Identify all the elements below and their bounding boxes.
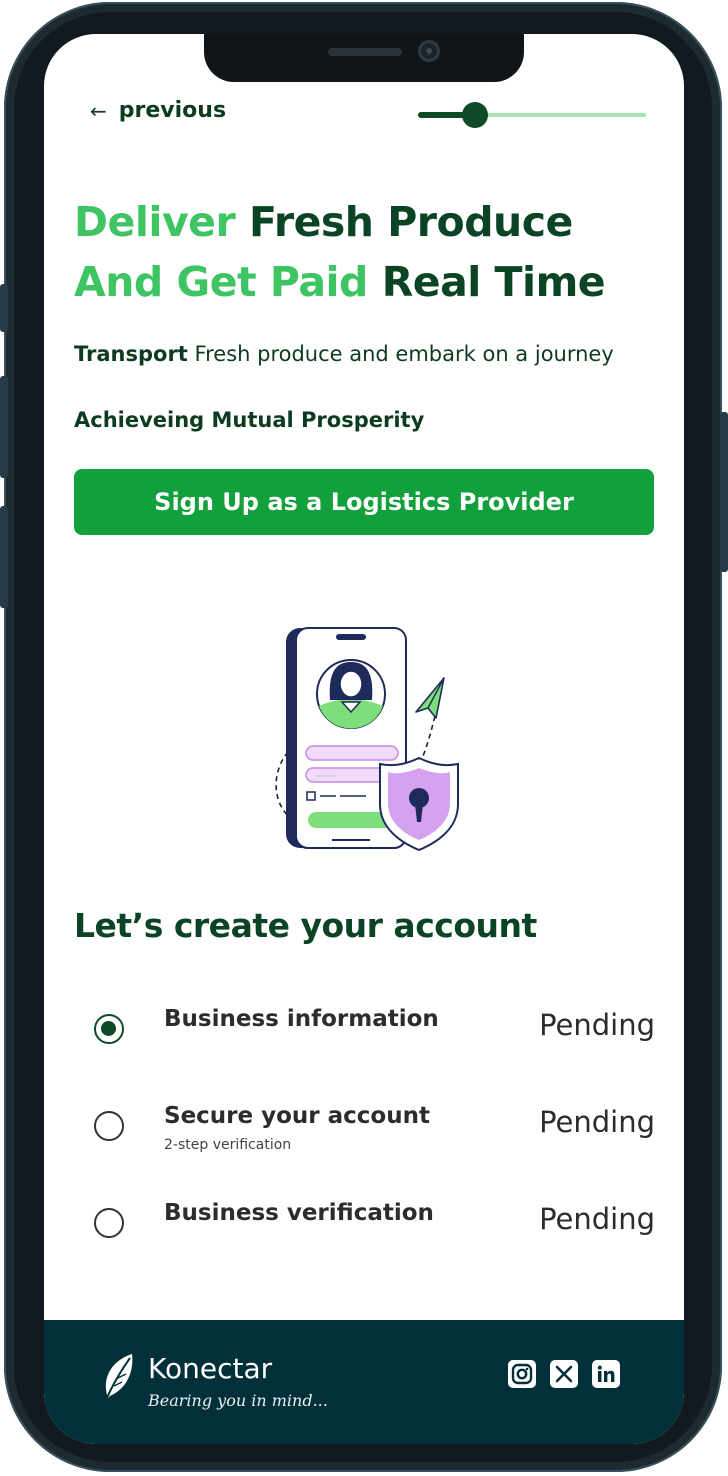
hero-description: Transport Fresh produce and embark on a … <box>74 336 634 372</box>
step-radio[interactable] <box>94 1111 124 1141</box>
step-sublabel: 2-step verification <box>164 1137 292 1153</box>
hero-tagline: Achieveing Mutual Prosperity <box>74 408 425 432</box>
progress-knob <box>462 102 488 128</box>
previous-label: previous <box>118 98 227 123</box>
onboarding-progress <box>418 102 646 128</box>
top-bar: ← previous <box>90 98 650 132</box>
secure-account-illustration: ········ <box>275 627 459 852</box>
brand-tagline: Bearing you in mind... <box>148 1391 328 1410</box>
step-secure-account[interactable]: Secure your account 2-step verification … <box>94 1103 655 1171</box>
phone-volume-down-button <box>0 506 8 608</box>
x-icon[interactable] <box>550 1360 578 1388</box>
konectar-leaf-logo-icon <box>105 1354 133 1401</box>
phone-volume-up-button <box>0 376 8 478</box>
brand-name: Konectar <box>148 1352 273 1385</box>
step-status: Pending <box>539 1202 655 1236</box>
instagram-icon[interactable] <box>508 1360 536 1388</box>
app-screen: ← previous Deliver Fresh Produce And Get… <box>44 34 684 1444</box>
linkedin-icon[interactable] <box>592 1360 620 1388</box>
description-text: Fresh produce and embark on a journey <box>194 342 614 366</box>
signup-logistics-button[interactable]: Sign Up as a Logistics Provider <box>74 469 654 535</box>
phone-side-button <box>0 284 8 332</box>
camera-icon <box>418 40 440 62</box>
step-label: Business information <box>164 1006 439 1032</box>
phone-notch <box>204 34 524 82</box>
headline-accent-2: And Get Paid <box>74 258 368 306</box>
step-business-verification[interactable]: Business verification Pending <box>94 1200 655 1268</box>
svg-text:········: ········ <box>316 772 336 781</box>
create-account-title: Let’s create your account <box>74 906 537 945</box>
step-status: Pending <box>539 1105 655 1139</box>
step-radio-selected[interactable] <box>94 1014 124 1044</box>
footer: Konectar Bearing you in mind... <box>44 1320 684 1444</box>
step-business-information[interactable]: Business information Pending <box>94 1006 655 1074</box>
step-status: Pending <box>539 1008 655 1042</box>
previous-button[interactable]: ← previous <box>90 98 226 123</box>
social-links <box>508 1360 620 1388</box>
phone-power-button <box>720 412 728 572</box>
step-label: Business verification <box>164 1200 434 1226</box>
headline-accent-1: Deliver <box>74 198 236 246</box>
description-bold: Transport <box>74 342 188 366</box>
speaker-grille <box>328 48 402 56</box>
headline-text-1: Fresh Produce <box>248 198 573 246</box>
brand-block: Konectar Bearing you in mind... <box>100 1352 328 1412</box>
headline-text-2: Real Time <box>381 258 606 306</box>
step-radio[interactable] <box>94 1208 124 1238</box>
arrow-left-icon: ← <box>90 98 107 123</box>
step-label: Secure your account <box>164 1103 430 1129</box>
hero-headline: Deliver Fresh Produce And Get Paid Real … <box>74 192 664 312</box>
